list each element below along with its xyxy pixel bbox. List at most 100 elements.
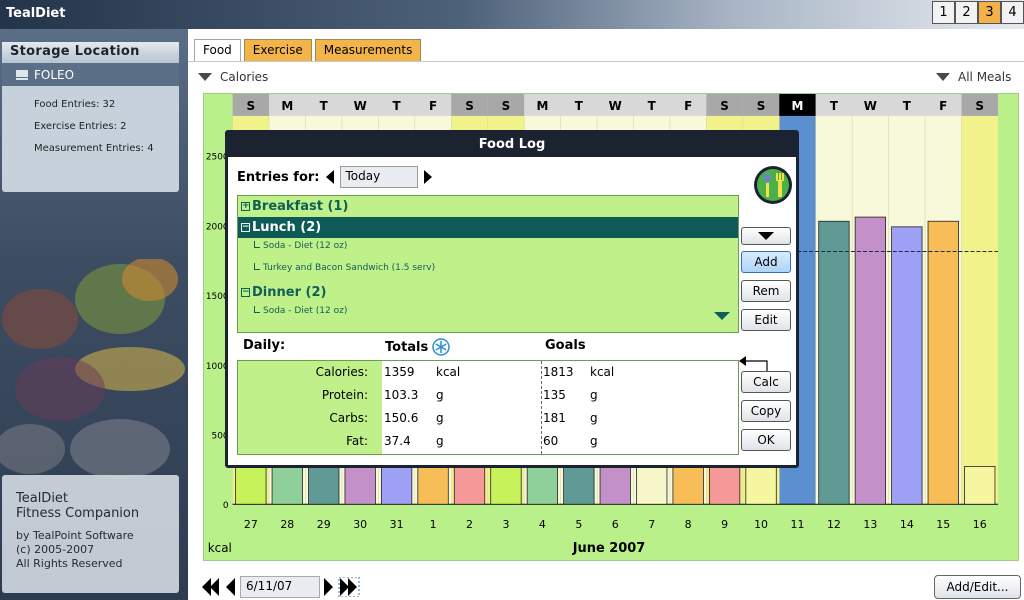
chevron-down-icon	[198, 73, 212, 81]
calorie-bar	[891, 226, 923, 505]
nutrient-goal-unit: kcal	[590, 365, 615, 379]
scroll-down-icon[interactable]	[714, 312, 730, 320]
nutrient-total: 150.6	[384, 411, 419, 425]
collapse-minus-icon[interactable]: −	[241, 288, 250, 297]
calorie-bar-partial	[453, 466, 486, 505]
entries-day-field[interactable]: Today	[339, 166, 418, 188]
view-dropdown-value: Calories	[220, 70, 269, 84]
expand-plus-icon[interactable]: +	[241, 202, 250, 211]
food-log-dialog: Food Log Entries for: Today + Breakfast …	[225, 130, 799, 468]
tab-measurements[interactable]: Measurements	[314, 39, 422, 62]
nutrient-goal: 60	[543, 434, 559, 448]
weekday-label: S	[465, 99, 474, 113]
meal-group-label: Breakfast (1)	[252, 199, 349, 214]
daily-label: Daily:	[243, 338, 286, 353]
calc-button[interactable]: Calc	[741, 371, 791, 393]
meal-group-lunch[interactable]: − Lunch (2)	[238, 217, 738, 238]
first-page-icon[interactable]	[202, 577, 238, 597]
entries-label: Entries for:	[237, 169, 320, 185]
tab-exercise[interactable]: Exercise	[243, 39, 312, 62]
entries-selector: Entries for: Today	[237, 166, 432, 188]
x-tick-label: 8	[685, 518, 692, 531]
page-2-button[interactable]: 2	[955, 1, 978, 24]
storage-location-item[interactable]: FOLEO	[2, 63, 179, 86]
x-tick-label: 31	[390, 518, 404, 531]
calorie-bar-partial	[344, 466, 376, 505]
x-tick-label: 9	[721, 518, 728, 531]
weekday-label: W	[609, 99, 622, 113]
edit-button[interactable]: Edit	[741, 309, 791, 331]
copy-button[interactable]: Copy	[741, 400, 791, 422]
page-3-button[interactable]: 3	[978, 1, 1001, 24]
weekday-label: T	[830, 99, 839, 113]
meal-list: + Breakfast (1) − Lunch (2) Soda - Diet …	[237, 195, 739, 333]
x-tick-label: 14	[900, 518, 914, 531]
x-tick-label: 1	[430, 518, 437, 531]
about-panel: TealDiet Fitness Companion by TealPoint …	[2, 475, 179, 593]
date-field[interactable]: 6/11/07	[240, 576, 320, 598]
meal-group-breakfast[interactable]: + Breakfast (1)	[238, 196, 738, 217]
food-item-label: Soda - Diet (12 oz)	[263, 241, 348, 251]
collapse-minus-icon[interactable]: −	[241, 223, 250, 232]
add-button[interactable]: Add	[741, 251, 791, 273]
dialog-title: Food Log	[228, 133, 796, 157]
list-menu-button[interactable]	[741, 227, 791, 245]
weekday-label: T	[575, 99, 584, 113]
x-tick-label: 16	[973, 518, 987, 531]
next-page-icon[interactable]	[324, 577, 364, 597]
calorie-bar	[818, 220, 850, 505]
fruit-background-image	[0, 259, 185, 479]
storage-stats: Food Entries: 32 Exercise Entries: 2 Mea…	[2, 86, 179, 160]
x-tick-label: 28	[280, 518, 294, 531]
totals-header: Totals	[385, 338, 451, 356]
exercise-entries-count: Exercise Entries: 2	[34, 121, 127, 132]
list-item[interactable]: Turkey and Bacon Sandwich (1.5 serv)	[238, 260, 738, 282]
ok-button[interactable]: OK	[741, 429, 791, 451]
about-app-subtitle: Fitness Companion	[16, 506, 140, 521]
y-tick-label: 0	[223, 501, 229, 511]
measurement-entries-count: Measurement Entries: 4	[34, 143, 154, 154]
calorie-bar-partial	[490, 466, 522, 505]
remove-button[interactable]: Rem	[741, 280, 791, 302]
calorie-bar-partial	[964, 466, 996, 505]
nutrient-total-unit: g	[436, 411, 444, 425]
prev-day-icon[interactable]	[325, 170, 334, 184]
x-tick-label: 10	[754, 518, 768, 531]
view-dropdown[interactable]: Calories	[198, 70, 268, 84]
x-tick-label: 27	[244, 518, 258, 531]
page-1-button[interactable]: 1	[932, 1, 955, 24]
snowflake-icon[interactable]	[432, 338, 451, 356]
weekday-label: F	[939, 99, 947, 113]
nutrient-total: 1359	[384, 365, 415, 379]
x-tick-label: 3	[502, 518, 509, 531]
calorie-bar-partial	[417, 466, 449, 505]
calorie-bar-partial	[235, 466, 267, 505]
meal-group-label: Dinner (2)	[252, 285, 327, 300]
x-tick-label: 15	[936, 518, 950, 531]
nutrient-total: 103.3	[384, 388, 419, 402]
weekday-label: M	[281, 99, 293, 113]
tab-food[interactable]: Food	[194, 39, 241, 62]
weekday-label: M	[792, 99, 804, 113]
add-edit-button[interactable]: Add/Edit...	[934, 575, 1021, 599]
page-4-button[interactable]: 4	[1001, 1, 1024, 24]
meal-group-dinner[interactable]: − Dinner (2)	[238, 282, 738, 303]
about-copyright: (c) 2005-2007	[16, 543, 95, 556]
weekday-label: W	[864, 99, 877, 113]
app-title: TealDiet	[6, 6, 66, 21]
meal-dropdown[interactable]: All Meals	[936, 70, 1011, 84]
chevron-down-icon	[758, 232, 774, 240]
nutrient-goal-unit: g	[590, 388, 598, 402]
weekday-label: S	[247, 99, 256, 113]
weekday-label: M	[536, 99, 548, 113]
daily-totals-table: Calories: 1359 kcal 1813 kcal Protein: 103.3 g 1…	[237, 360, 739, 455]
calorie-bar-partial	[708, 466, 741, 505]
weekday-label: F	[429, 99, 437, 113]
meal-group-label: Lunch (2)	[252, 220, 322, 235]
list-item[interactable]: Soda - Diet (12 oz)	[238, 238, 738, 260]
food-item-label: Turkey and Bacon Sandwich (1.5 serv)	[263, 263, 436, 273]
next-day-icon[interactable]	[423, 170, 432, 184]
goals-label: Goals	[545, 338, 586, 353]
list-item[interactable]: Soda - Diet (12 oz)	[238, 303, 738, 325]
meal-dropdown-value: All Meals	[958, 70, 1012, 84]
